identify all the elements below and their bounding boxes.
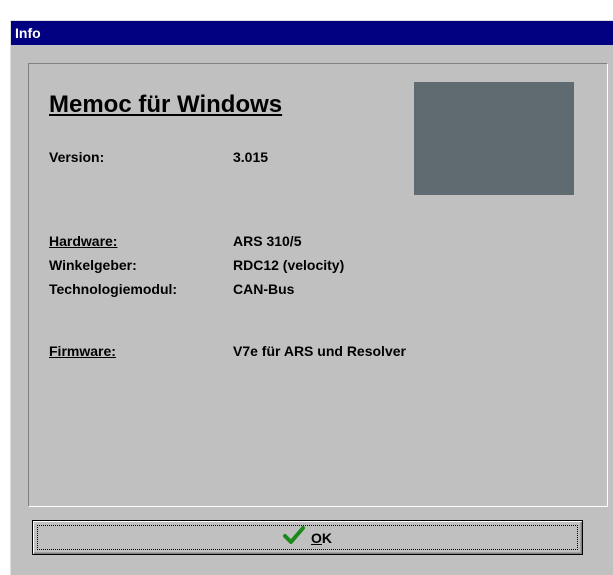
version-label: Version:	[49, 149, 105, 165]
encoder-value: RDC12 (velocity)	[233, 257, 345, 273]
ok-button[interactable]: OK	[32, 520, 583, 555]
hardware-label: Hardware:	[49, 233, 118, 249]
encoder-label: Winkelgeber:	[49, 257, 137, 273]
ok-mnemonic: O	[310, 529, 322, 546]
ok-label: OK	[311, 530, 332, 546]
info-dialog: Info Memoc für Windows Version: 3.015 Ha…	[10, 20, 613, 575]
checkmark-icon	[282, 526, 305, 549]
module-label: Technologiemodul:	[49, 281, 178, 297]
hardware-value: ARS 310/5	[233, 233, 302, 249]
version-value: 3.015	[233, 149, 269, 165]
firmware-value: V7e für ARS und Resolver	[233, 343, 406, 359]
logo-placeholder	[414, 82, 574, 195]
module-value: CAN-Bus	[233, 281, 295, 297]
firmware-label: Firmware:	[49, 343, 116, 359]
window-title: Info	[15, 25, 41, 41]
title-bar: Info	[11, 21, 613, 45]
app-title: Memoc für Windows	[49, 91, 283, 118]
ok-label-rest: K	[321, 529, 332, 546]
